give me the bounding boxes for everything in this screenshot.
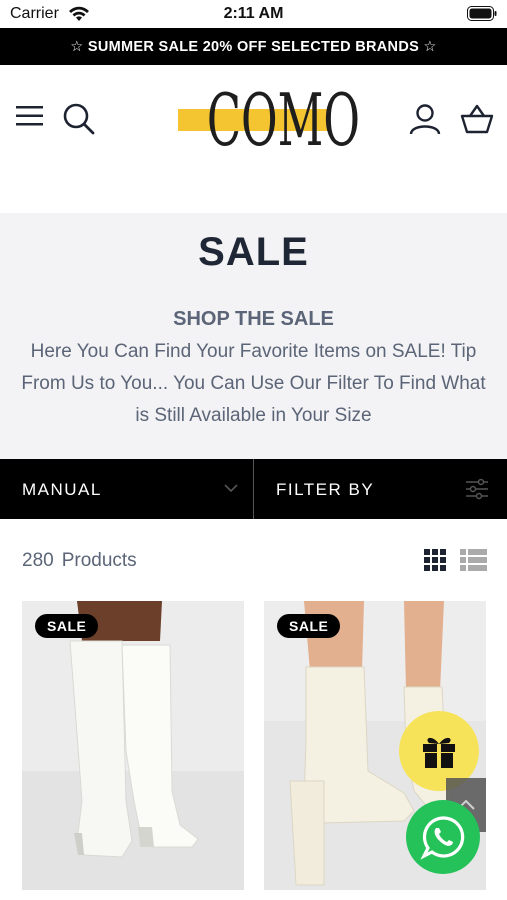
filter-button[interactable]: FILTER BY — [255, 459, 507, 519]
site-header: COMO — [0, 65, 507, 173]
hamburger-menu-icon[interactable] — [16, 105, 44, 127]
product-card[interactable]: SALE — [22, 601, 244, 890]
status-bar: Carrier 2:11 AM — [0, 0, 507, 28]
promo-banner[interactable]: ☆ SUMMER SALE 20% OFF SELECTED BRANDS ☆ — [0, 28, 507, 65]
sale-badge: SALE — [277, 614, 341, 638]
page-title: SALE — [198, 230, 309, 274]
promo-text: ☆ SUMMER SALE 20% OFF SELECTED BRANDS ☆ — [70, 38, 437, 55]
search-icon[interactable] — [62, 102, 96, 136]
clock: 2:11 AM — [223, 5, 284, 22]
whatsapp-button[interactable] — [406, 800, 480, 874]
battery-icon — [467, 6, 497, 21]
grid-view-icon[interactable] — [424, 549, 446, 571]
sale-badge: SALE — [35, 614, 99, 638]
product-count-label: Products — [61, 550, 137, 571]
hero-subtitle: SHOP THE SALE — [173, 308, 334, 330]
collection-toolbar: MANUAL FILTER BY — [0, 459, 507, 519]
sale-hero: SALE SHOP THE SALE Here You Can Find You… — [0, 213, 507, 459]
sort-dropdown[interactable]: MANUAL — [0, 459, 254, 519]
hero-description: Here You Can Find Your Favorite Items on… — [21, 341, 486, 426]
filter-label: FILTER BY — [276, 480, 375, 499]
account-icon[interactable] — [408, 102, 442, 136]
product-count-row: 280 Products — [0, 540, 507, 582]
gift-icon — [423, 737, 455, 768]
chevron-down-icon — [224, 484, 238, 493]
filter-sliders-icon — [466, 478, 488, 500]
whatsapp-icon — [420, 816, 465, 860]
sort-label: MANUAL — [22, 480, 102, 499]
logo-text: COMO — [206, 78, 360, 162]
product-image-white-knee-boots — [22, 601, 244, 890]
basket-icon[interactable] — [460, 103, 494, 135]
product-count: 280 Products — [22, 550, 145, 572]
product-count-number: 280 — [22, 550, 54, 571]
brand-logo[interactable]: COMO — [178, 78, 360, 162]
list-view-icon[interactable] — [460, 549, 487, 571]
